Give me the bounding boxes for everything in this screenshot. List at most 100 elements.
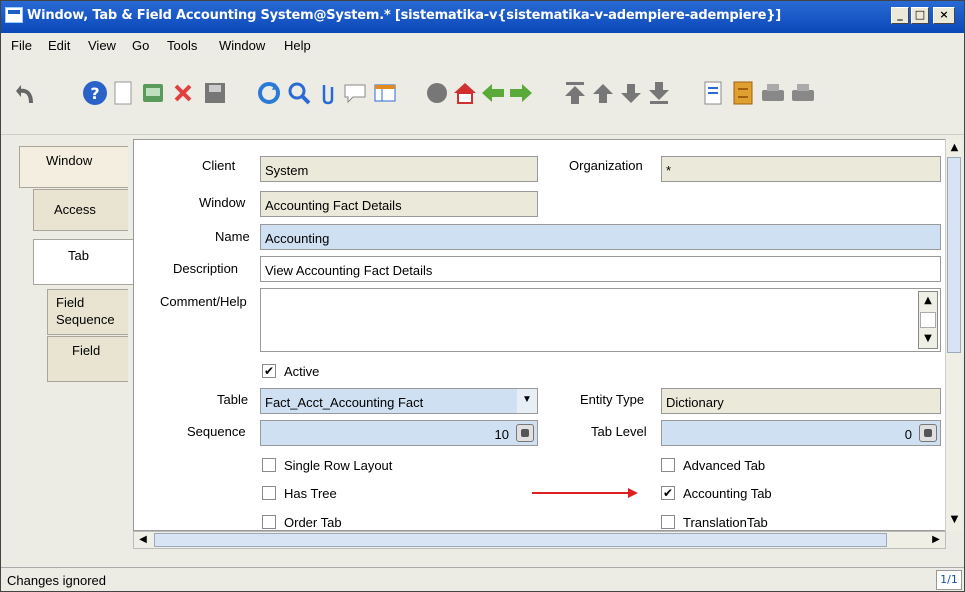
table-select[interactable]: Fact_Acct_Accounting Fact ▼	[260, 388, 538, 414]
new-record-icon[interactable]	[109, 79, 137, 107]
tab-level-label: Tab Level	[591, 424, 647, 439]
back-icon[interactable]	[479, 79, 507, 107]
previous-record-icon[interactable]	[589, 79, 617, 107]
report-icon[interactable]	[699, 79, 727, 107]
window-field[interactable]: Accounting Fact Details	[260, 191, 538, 217]
copy-record-icon[interactable]	[139, 79, 167, 107]
comment-scrollbar[interactable]: ▲ ▼	[918, 291, 938, 349]
comment-help-field[interactable]	[260, 288, 941, 352]
scroll-down-icon[interactable]: ▼	[921, 332, 935, 346]
vertical-scrollbar[interactable]: ▲ ▼	[945, 139, 962, 531]
refresh-icon[interactable]	[255, 79, 283, 107]
record-counter[interactable]: 1/1	[936, 570, 962, 590]
translation-tab-label: TranslationTab	[683, 515, 768, 530]
comment-help-label: Comment/Help	[160, 294, 247, 309]
tab-field-label: Field	[72, 343, 101, 358]
name-field[interactable]: Accounting	[260, 224, 941, 250]
translation-tab-checkbox[interactable]	[661, 515, 675, 529]
accounting-tab-checkbox[interactable]	[661, 486, 675, 500]
has-tree-checkbox[interactable]	[262, 486, 276, 500]
chat-icon[interactable]	[341, 79, 369, 107]
active-label: Active	[284, 364, 320, 379]
has-tree-label: Has Tree	[284, 486, 337, 501]
next-record-icon[interactable]	[617, 79, 645, 107]
chevron-down-icon[interactable]: ▼	[517, 389, 537, 413]
minimize-button[interactable]: _	[891, 7, 909, 24]
maximize-button[interactable]: □	[911, 7, 929, 24]
svg-text:?: ?	[90, 84, 99, 103]
tab-access[interactable]: Access	[33, 189, 128, 231]
description-field[interactable]: View Accounting Fact Details	[260, 256, 941, 282]
single-row-layout-label: Single Row Layout	[284, 458, 393, 473]
sequence-value: 10	[494, 427, 509, 442]
horizontal-scrollbar[interactable]: ◀ ▶	[133, 531, 946, 549]
calculator-icon[interactable]	[919, 424, 937, 442]
history-icon[interactable]	[423, 79, 451, 107]
accounting-tab-label: Accounting Tab	[683, 486, 772, 501]
client-field[interactable]: System	[260, 156, 538, 182]
tab-access-label: Access	[54, 202, 96, 217]
sequence-field[interactable]: 10	[260, 420, 538, 446]
menu-tools[interactable]: Tools	[167, 38, 197, 53]
active-checkbox[interactable]	[262, 364, 276, 378]
tab-field-sequence-label: Field Sequence	[56, 295, 115, 327]
grid-toggle-icon[interactable]	[371, 79, 399, 107]
title-bar[interactable]: Window, Tab & Field Accounting System@Sy…	[1, 1, 964, 33]
menu-edit[interactable]: Edit	[48, 38, 70, 53]
undo-icon[interactable]	[13, 79, 41, 107]
horizontal-scroll-thumb[interactable]	[154, 533, 887, 547]
tab-window[interactable]: Window	[19, 146, 128, 188]
scroll-down-icon[interactable]: ▼	[948, 513, 961, 527]
tab-field-sequence[interactable]: Field Sequence	[47, 289, 128, 335]
description-label: Description	[173, 261, 239, 276]
app-icon	[5, 7, 23, 23]
print-preview-icon[interactable]	[759, 79, 787, 107]
tab-tab[interactable]: Tab	[33, 239, 134, 285]
scroll-up-icon[interactable]: ▲	[948, 141, 961, 155]
menu-view[interactable]: View	[88, 38, 116, 53]
tab-level-field[interactable]: 0	[661, 420, 941, 446]
menu-help[interactable]: Help	[284, 38, 311, 53]
order-tab-label: Order Tab	[284, 515, 342, 530]
calculator-icon[interactable]	[516, 424, 534, 442]
status-bar: Changes ignored 1/1	[1, 567, 964, 591]
entity-type-field[interactable]: Dictionary	[661, 388, 941, 414]
print-icon[interactable]	[789, 79, 817, 107]
menu-window[interactable]: Window	[219, 38, 265, 53]
delete-icon[interactable]	[169, 79, 197, 107]
home-icon[interactable]	[451, 79, 479, 107]
status-message: Changes ignored	[7, 573, 107, 588]
table-label: Table	[217, 392, 249, 407]
advanced-tab-checkbox[interactable]	[661, 458, 675, 472]
help-icon[interactable]: ?	[81, 79, 109, 107]
tab-tab-label: Tab	[68, 248, 89, 263]
scroll-left-icon[interactable]: ◀	[137, 533, 149, 547]
toolbar: ?	[1, 57, 964, 135]
sequence-label: Sequence	[187, 424, 246, 439]
last-record-icon[interactable]	[645, 79, 673, 107]
form-panel: Client System Organization * Window Acco…	[133, 139, 946, 531]
menu-go[interactable]: Go	[132, 38, 149, 53]
save-icon[interactable]	[201, 79, 229, 107]
forward-icon[interactable]	[507, 79, 535, 107]
window-label: Window	[199, 195, 246, 210]
table-value: Fact_Acct_Accounting Fact	[265, 395, 424, 410]
name-label: Name	[215, 229, 250, 244]
menu-file[interactable]: File	[11, 38, 32, 53]
single-row-layout-checkbox[interactable]	[262, 458, 276, 472]
find-icon[interactable]	[285, 79, 313, 107]
entity-type-label: Entity Type	[580, 392, 645, 407]
archive-icon[interactable]	[729, 79, 757, 107]
organization-field[interactable]: *	[661, 156, 941, 182]
scroll-thumb[interactable]	[920, 312, 936, 328]
close-button[interactable]: ×	[933, 7, 955, 24]
order-tab-checkbox[interactable]	[262, 515, 276, 529]
organization-label: Organization	[569, 158, 643, 173]
vertical-scroll-thumb[interactable]	[947, 157, 961, 353]
tab-field[interactable]: Field	[47, 336, 128, 382]
scroll-right-icon[interactable]: ▶	[930, 533, 942, 547]
attachment-icon[interactable]	[313, 79, 341, 107]
first-record-icon[interactable]	[561, 79, 589, 107]
tab-window-label: Window	[46, 153, 93, 168]
scroll-up-icon[interactable]: ▲	[921, 294, 935, 308]
